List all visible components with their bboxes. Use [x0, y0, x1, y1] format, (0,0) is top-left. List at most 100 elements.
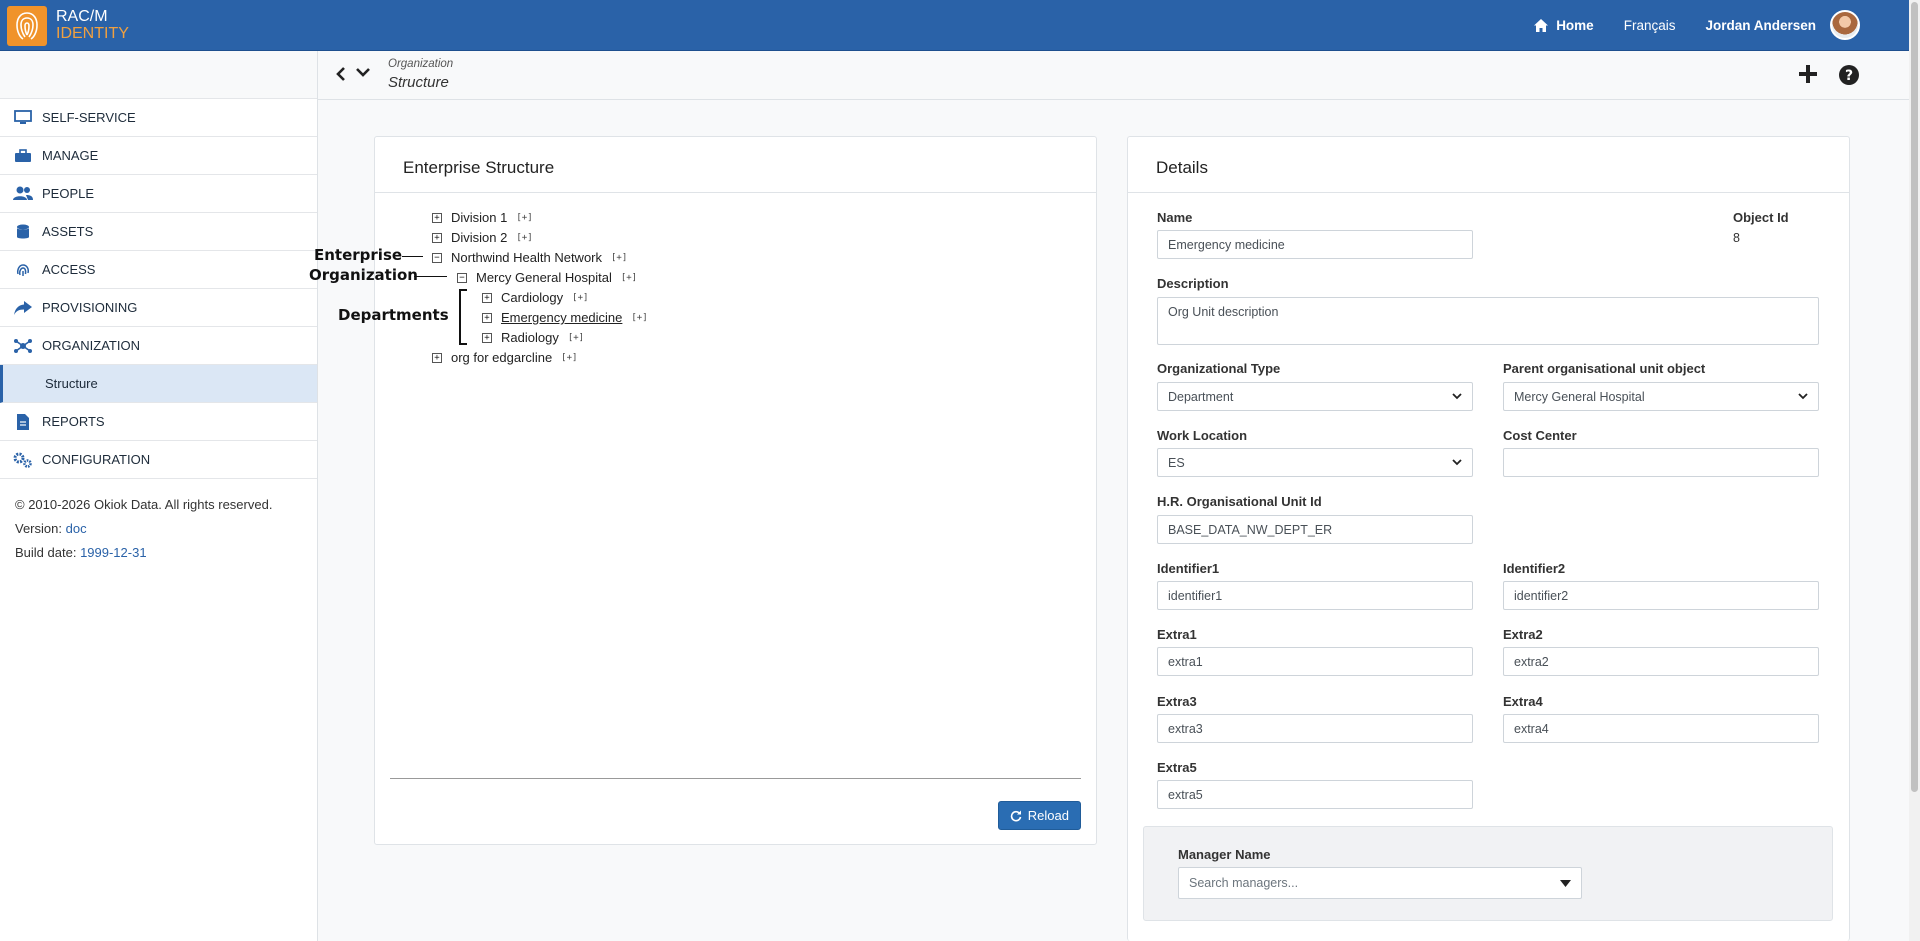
- database-icon: [13, 224, 33, 240]
- tree-node-label[interactable]: Division 2: [451, 230, 507, 245]
- sidebar-footer: © 2010-2026 Okiok Data. All rights reser…: [0, 479, 317, 579]
- collapse-icon[interactable]: −: [457, 272, 467, 283]
- language-link[interactable]: Français: [1624, 18, 1676, 33]
- expand-icon[interactable]: +: [432, 232, 442, 243]
- annotation-departments: Departments: [338, 306, 449, 324]
- tree-node-label[interactable]: Northwind Health Network: [451, 250, 602, 265]
- expand-icon[interactable]: +: [482, 292, 492, 303]
- logo-icon[interactable]: [7, 6, 47, 46]
- sidebar-item-manage[interactable]: MANAGE: [0, 137, 317, 175]
- sidebar-item-access[interactable]: ACCESS: [0, 251, 317, 289]
- extra2-input[interactable]: extra2: [1503, 647, 1819, 676]
- sidebar-item-people[interactable]: PEOPLE: [0, 175, 317, 213]
- manager-label: Manager Name: [1178, 847, 1271, 862]
- sidebar-item-label: ASSETS: [42, 224, 94, 239]
- expand-icon[interactable]: +: [432, 352, 442, 363]
- page-scrollbar[interactable]: [1909, 0, 1920, 941]
- sidebar-item-label: CONFIGURATION: [42, 452, 151, 467]
- network-icon: [13, 338, 33, 354]
- description-textarea[interactable]: Org Unit description: [1157, 297, 1819, 345]
- reload-button[interactable]: Reload: [997, 801, 1081, 830]
- svg-text:?: ?: [1845, 68, 1853, 84]
- share-icon: [13, 300, 33, 316]
- user-menu[interactable]: Jordan Andersen: [1705, 18, 1816, 33]
- home-label: Home: [1556, 18, 1594, 33]
- sidebar-item-self-service[interactable]: SELF-SERVICE: [0, 99, 317, 137]
- breadcrumb-section: Organization: [388, 58, 454, 70]
- chevron-down-icon: [1798, 393, 1808, 400]
- sidebar-item-assets[interactable]: ASSETS: [0, 213, 317, 251]
- extra4-input[interactable]: extra4: [1503, 714, 1819, 743]
- tree-node-label[interactable]: Mercy General Hospital: [476, 270, 612, 285]
- orgtype-select[interactable]: Department: [1157, 382, 1473, 411]
- name-input[interactable]: Emergency medicine: [1157, 230, 1473, 259]
- annotation-enterprise: Enterprise: [314, 246, 403, 264]
- parent-select[interactable]: Mercy General Hospital: [1503, 382, 1819, 411]
- add-child-link[interactable]: [+]: [568, 333, 584, 343]
- page-title: Structure: [388, 74, 449, 91]
- sidebar-item-label: ACCESS: [42, 262, 96, 277]
- expand-icon[interactable]: +: [482, 332, 492, 343]
- version-label: Version:: [15, 521, 62, 536]
- back-chevron-icon[interactable]: [336, 67, 346, 81]
- help-icon[interactable]: ?: [1839, 65, 1859, 85]
- briefcase-icon: [13, 148, 33, 164]
- collapse-icon[interactable]: −: [432, 252, 442, 263]
- add-icon[interactable]: [1799, 65, 1817, 83]
- extra1-label: Extra1: [1157, 627, 1197, 642]
- sidebar-item-structure[interactable]: Structure: [0, 365, 317, 403]
- extra1-input[interactable]: extra1: [1157, 647, 1473, 676]
- objectid-value: 8: [1733, 231, 1740, 245]
- tree-node-label[interactable]: Emergency medicine: [501, 310, 622, 325]
- sidebar-item-provisioning[interactable]: PROVISIONING: [0, 289, 317, 327]
- add-child-link[interactable]: [+]: [561, 353, 577, 363]
- tree-node-northwind[interactable]: − Northwind Health Network [+]: [432, 250, 627, 265]
- add-child-link[interactable]: [+]: [516, 233, 532, 243]
- users-icon: [13, 186, 33, 202]
- chevron-down-icon[interactable]: [356, 67, 370, 77]
- extra5-input[interactable]: extra5: [1157, 780, 1473, 809]
- sidebar-item-organization[interactable]: ORGANIZATION: [0, 327, 317, 365]
- home-link[interactable]: Home: [1534, 18, 1594, 33]
- expand-icon[interactable]: +: [482, 312, 492, 323]
- add-child-link[interactable]: [+]: [621, 273, 637, 283]
- scrollbar-thumb[interactable]: [1911, 2, 1918, 792]
- add-child-link[interactable]: [+]: [516, 213, 532, 223]
- costcenter-input[interactable]: [1503, 448, 1819, 477]
- tree-node-emergency-medicine[interactable]: + Emergency medicine [+]: [482, 310, 648, 325]
- extra3-label: Extra3: [1157, 694, 1197, 709]
- sidebar-item-configuration[interactable]: CONFIGURATION: [0, 441, 317, 479]
- annotation-organization: Organization: [309, 266, 418, 284]
- tree-node-mercy-general[interactable]: − Mercy General Hospital [+]: [457, 270, 637, 285]
- sidebar-item-label: REPORTS: [42, 414, 105, 429]
- build-date-link[interactable]: 1999-12-31: [80, 545, 147, 560]
- top-nav: Home Français Jordan Andersen: [1504, 0, 1854, 51]
- identifier2-input[interactable]: identifier2: [1503, 581, 1819, 610]
- manager-search-select[interactable]: Search managers...: [1178, 867, 1582, 899]
- identifier1-input[interactable]: identifier1: [1157, 581, 1473, 610]
- version-link[interactable]: doc: [66, 521, 87, 536]
- add-child-link[interactable]: [+]: [631, 313, 647, 323]
- tree-node-cardiology[interactable]: + Cardiology [+]: [482, 290, 588, 305]
- tree-node-division-2[interactable]: + Division 2 [+]: [432, 230, 533, 245]
- tree-node-label[interactable]: Radiology: [501, 330, 559, 345]
- add-child-link[interactable]: [+]: [572, 293, 588, 303]
- tree-node-label[interactable]: Division 1: [451, 210, 507, 225]
- add-child-link[interactable]: [+]: [611, 253, 627, 263]
- identifier2-label: Identifier2: [1503, 561, 1566, 576]
- hrid-input[interactable]: BASE_DATA_NW_DEPT_ER: [1157, 515, 1473, 544]
- avatar[interactable]: [1830, 10, 1860, 40]
- tree-node-label[interactable]: org for edgarcline: [451, 350, 552, 365]
- tree-node-label[interactable]: Cardiology: [501, 290, 563, 305]
- tree-node-division-1[interactable]: + Division 1 [+]: [432, 210, 533, 225]
- sidebar-item-label: MANAGE: [42, 148, 99, 163]
- tree-node-radiology[interactable]: + Radiology [+]: [482, 330, 584, 345]
- extra3-input[interactable]: extra3: [1157, 714, 1473, 743]
- refresh-icon: [1010, 810, 1022, 821]
- tree-node-org-edgarcline[interactable]: + org for edgarcline [+]: [432, 350, 577, 365]
- worklocation-select[interactable]: ES: [1157, 448, 1473, 477]
- expand-icon[interactable]: +: [432, 212, 442, 223]
- sidebar-item-reports[interactable]: REPORTS: [0, 403, 317, 441]
- brand-name[interactable]: RAC/M IDENTITY: [56, 8, 129, 42]
- sidebar-item-label: SELF-SERVICE: [42, 110, 136, 125]
